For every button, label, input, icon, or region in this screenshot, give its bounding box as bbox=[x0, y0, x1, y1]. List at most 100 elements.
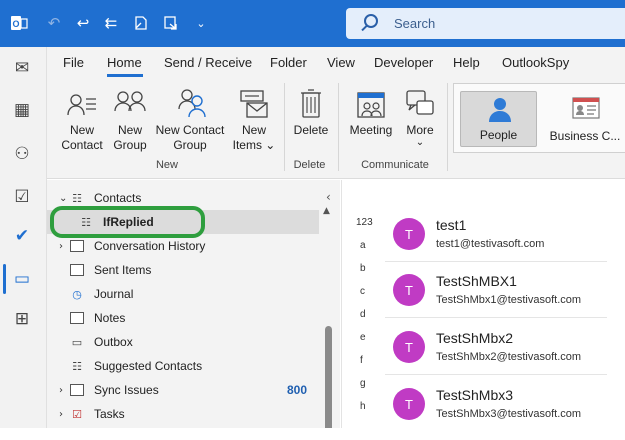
index-letter[interactable]: e bbox=[360, 332, 366, 343]
view-people-button[interactable]: People bbox=[460, 91, 537, 147]
index-letter[interactable]: a bbox=[360, 240, 366, 251]
todo-icon[interactable]: ✔ bbox=[11, 225, 33, 247]
journal-icon: ◷ bbox=[72, 287, 82, 301]
more-button[interactable]: More ⌄ bbox=[401, 83, 439, 148]
new-group-icon bbox=[108, 83, 152, 119]
collapse-pane-icon[interactable]: ‹ bbox=[326, 190, 331, 204]
unread-count-badge: 800 bbox=[286, 383, 307, 397]
tab-view[interactable]: View bbox=[327, 55, 355, 70]
group-label-delete: Delete bbox=[293, 159, 326, 171]
avatar: T bbox=[393, 274, 425, 306]
folder-icon bbox=[69, 239, 85, 253]
index-letter[interactable]: b bbox=[360, 263, 366, 274]
expand-chevron-icon[interactable]: › bbox=[59, 409, 63, 420]
calendar-icon[interactable]: ▦ bbox=[11, 99, 33, 121]
folder-icon bbox=[69, 311, 85, 325]
folder-icon bbox=[69, 383, 85, 397]
avatar: T bbox=[393, 331, 425, 363]
reply-all-icon[interactable]: ⇇ bbox=[101, 13, 121, 33]
index-letter[interactable]: c bbox=[360, 286, 365, 297]
meeting-label: Meeting bbox=[349, 123, 393, 137]
contact-card[interactable]: T test1 test1@testivasoft.com bbox=[385, 208, 607, 262]
meeting-icon bbox=[347, 83, 395, 119]
search-box[interactable]: Search bbox=[346, 8, 625, 39]
folder-sent-items[interactable]: Sent Items bbox=[47, 258, 317, 282]
people-icon[interactable]: ⚇ bbox=[11, 143, 33, 165]
contact-name: TestShMBX1 bbox=[436, 273, 517, 289]
group-separator bbox=[284, 83, 285, 171]
folder-notes[interactable]: Notes bbox=[47, 306, 317, 330]
mail-icon[interactable]: ✉ bbox=[11, 57, 33, 79]
screenshot-torn-edge bbox=[0, 428, 625, 440]
contact-card[interactable]: T TestShMBX1 TestShMbx1@testivasoft.com bbox=[385, 264, 607, 318]
svg-text:O: O bbox=[12, 19, 19, 29]
tab-send-receive[interactable]: Send / Receive bbox=[164, 55, 252, 70]
view-business-card-label: Business C... bbox=[549, 129, 621, 143]
outlook-app-icon[interactable]: O bbox=[9, 13, 29, 33]
expand-chevron-icon[interactable]: › bbox=[59, 241, 63, 252]
delete-icon bbox=[290, 83, 332, 119]
contact-card[interactable]: T TestShMbx2 TestShMbx2@testivasoft.com bbox=[385, 321, 607, 375]
ribbon-tabs: File Home Send / Receive Folder View Dev… bbox=[47, 47, 625, 77]
index-letter[interactable]: d bbox=[360, 309, 366, 320]
folders-icon[interactable]: ▭ bbox=[11, 268, 33, 290]
new-contact-group-icon bbox=[153, 83, 227, 119]
contact-name: test1 bbox=[436, 217, 467, 233]
contact-card[interactable]: T TestShMbx3 TestShMbx3@testivasoft.com bbox=[385, 378, 607, 432]
scroll-up-icon[interactable]: ▲ bbox=[323, 206, 330, 216]
folder-journal[interactable]: ◷ Journal bbox=[47, 282, 317, 306]
group-label-new: New bbox=[155, 159, 178, 171]
search-placeholder: Search bbox=[394, 16, 436, 31]
index-letter[interactable]: g bbox=[360, 378, 366, 389]
more-chevron-icon: ⌄ bbox=[415, 137, 425, 148]
index-letter[interactable]: h bbox=[360, 401, 366, 412]
delete-button[interactable]: Delete bbox=[290, 83, 332, 138]
reply-icon[interactable]: ↩ bbox=[73, 13, 93, 33]
outbox-icon: ▭ bbox=[71, 335, 83, 349]
group-separator bbox=[338, 83, 339, 171]
contact-email: TestShMbx2@testivasoft.com bbox=[436, 351, 582, 363]
meeting-button[interactable]: Meeting bbox=[347, 83, 395, 138]
new-contact-group-button[interactable]: New Contact Group bbox=[153, 83, 227, 153]
active-indicator bbox=[3, 264, 6, 294]
highlight-annotation bbox=[50, 206, 205, 238]
new-contact-button[interactable]: New Contact bbox=[60, 83, 104, 153]
tasks-icon[interactable]: ☑ bbox=[11, 186, 33, 208]
new-items-label: New Items ⌄ bbox=[232, 123, 276, 152]
folder-suggested-contacts[interactable]: ☷ Suggested Contacts bbox=[47, 354, 317, 378]
tab-folder[interactable]: Folder bbox=[270, 55, 307, 70]
tab-outlookspy[interactable]: OutlookSpy bbox=[502, 55, 569, 70]
contact-list: 123 a b c d e f g h T test1 test1@testiv… bbox=[341, 180, 625, 440]
avatar: T bbox=[393, 218, 425, 250]
title-bar: O ↶ ↩ ⇇ ⌄ Search bbox=[0, 0, 625, 47]
view-business-card-button[interactable]: Business C... bbox=[539, 91, 625, 147]
tab-developer[interactable]: Developer bbox=[374, 55, 433, 70]
tab-help[interactable]: Help bbox=[453, 55, 480, 70]
apps-icon[interactable]: ⊞ bbox=[11, 308, 33, 330]
index-letter[interactable]: f bbox=[360, 355, 363, 366]
folder-pane: ‹ ▲ ⌄ ☷ Contacts ☷ IfReplied › Conversat… bbox=[47, 180, 340, 440]
contact-email: test1@testivasoft.com bbox=[436, 238, 545, 250]
folder-label: Outbox bbox=[94, 335, 133, 349]
search-icon bbox=[364, 14, 378, 28]
index-letter[interactable]: 123 bbox=[356, 217, 373, 228]
group-separator bbox=[447, 83, 448, 171]
business-card-icon bbox=[572, 97, 600, 122]
folder-outbox[interactable]: ▭ Outbox bbox=[47, 330, 317, 354]
new-items-button[interactable]: New Items ⌄ bbox=[230, 83, 278, 153]
tab-home[interactable]: Home bbox=[107, 55, 142, 70]
customize-icon[interactable]: ⌄ bbox=[191, 13, 211, 33]
forward-icon[interactable] bbox=[161, 13, 181, 33]
expand-chevron-icon[interactable]: › bbox=[59, 385, 63, 396]
people-view-icon bbox=[487, 96, 513, 127]
avatar: T bbox=[393, 388, 425, 420]
undo-icon[interactable]: ↶ bbox=[44, 13, 64, 33]
folder-sync-issues[interactable]: › Sync Issues 800 bbox=[47, 378, 317, 402]
folder-scrollbar[interactable] bbox=[325, 326, 332, 436]
new-group-button[interactable]: New Group bbox=[108, 83, 152, 153]
expand-chevron-icon[interactable]: ⌄ bbox=[59, 193, 67, 204]
folder-tasks[interactable]: › ☑ Tasks bbox=[47, 402, 317, 426]
tab-file[interactable]: File bbox=[63, 55, 84, 70]
assign-icon[interactable] bbox=[131, 13, 151, 33]
contact-name: TestShMbx2 bbox=[436, 330, 514, 346]
